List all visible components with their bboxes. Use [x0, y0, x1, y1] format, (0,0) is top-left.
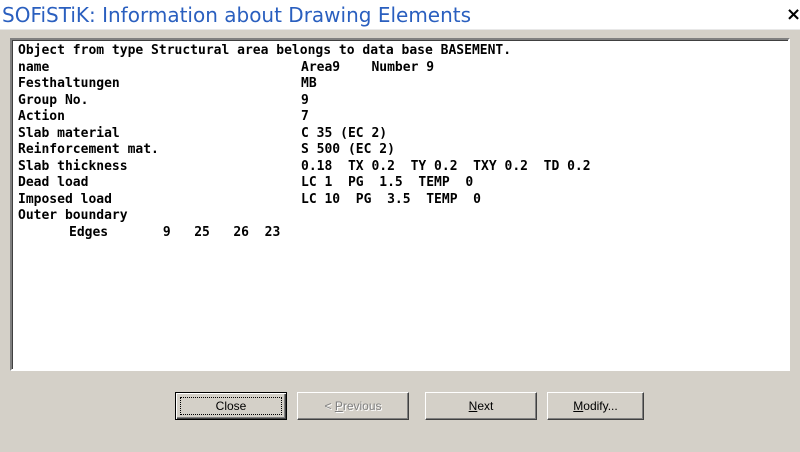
close-window-icon[interactable]: × — [786, 4, 800, 26]
info-value: LC 1 PG 1.5 TEMP 0 — [301, 175, 474, 190]
info-row-action: Action 7 — [18, 109, 788, 126]
previous-button[interactable]: < Previous — [297, 392, 409, 420]
modify-button[interactable]: Modify... — [547, 392, 644, 420]
info-label: Slab material — [18, 125, 120, 141]
previous-prefix: < — [324, 399, 335, 413]
info-row-slab-thickness: Slab thickness 0.18 TX 0.2 TY 0.2 TXY 0.… — [18, 159, 788, 176]
next-button[interactable]: Next — [425, 392, 537, 420]
previous-button-label: < Previous — [324, 399, 381, 413]
info-value: C 35 (EC 2) — [301, 125, 388, 141]
close-button-label: Close — [215, 399, 247, 413]
title-bar: SOFiSTiK: Information about Drawing Elem… — [0, 0, 800, 30]
info-dialog: SOFiSTiK: Information about Drawing Elem… — [0, 0, 800, 452]
info-value: Area9 Number 9 — [301, 59, 435, 75]
info-value: 0.18 TX 0.2 TY 0.2 TXY 0.2 TD 0.2 — [301, 158, 591, 174]
previous-rest: revious — [342, 399, 382, 413]
outer-boundary-label: Outer boundary — [18, 208, 128, 223]
modify-button-label: Modify... — [573, 399, 617, 413]
info-label: name — [18, 59, 50, 75]
info-value: 9 — [301, 92, 309, 108]
info-row-dead-load: Dead load LC 1 PG 1.5 TEMP 0 — [18, 175, 788, 192]
info-label: Group No. — [18, 92, 89, 108]
close-button[interactable]: Close — [175, 392, 287, 420]
edges-line: Edges 9 25 26 23 — [18, 225, 788, 242]
previous-mnemonic: P — [334, 399, 343, 413]
next-button-label: Next — [469, 399, 494, 413]
edges-value: Edges 9 25 26 23 — [69, 224, 281, 240]
next-rest: ext — [477, 399, 494, 413]
info-label: Action — [18, 109, 65, 124]
info-label: Festhaltungen — [18, 76, 120, 91]
info-label: Dead load — [18, 175, 89, 190]
modify-mnemonic: M — [573, 399, 584, 413]
info-label: Reinforcement mat. — [18, 142, 159, 157]
info-row-festhaltungen: Festhaltungen MB — [18, 76, 788, 93]
info-value: LC 10 PG 3.5 TEMP 0 — [301, 191, 482, 207]
info-value: S 500 (EC 2) — [301, 142, 395, 157]
info-header: Object from type Structural area belongs… — [18, 43, 512, 58]
info-value: MB — [301, 76, 317, 91]
info-value: 7 — [301, 109, 309, 124]
info-row-group: Group No. 9 — [18, 93, 788, 110]
outer-boundary-line: Outer boundary — [18, 208, 788, 225]
info-label: Imposed load — [18, 191, 112, 207]
element-info-panel: Object from type Structural area belongs… — [10, 38, 790, 371]
window-title: SOFiSTiK: Information about Drawing Elem… — [2, 3, 472, 27]
info-label: Slab thickness — [18, 158, 128, 174]
info-header-line: Object from type Structural area belongs… — [18, 43, 788, 60]
info-row-slab-material: Slab material C 35 (EC 2) — [18, 126, 788, 143]
info-row-imposed-load: Imposed load LC 10 PG 3.5 TEMP 0 — [18, 192, 788, 209]
info-row-name: name Area9 Number 9 — [18, 60, 788, 77]
info-row-reinforcement: Reinforcement mat. S 500 (EC 2) — [18, 142, 788, 159]
modify-rest: odify... — [583, 399, 618, 413]
